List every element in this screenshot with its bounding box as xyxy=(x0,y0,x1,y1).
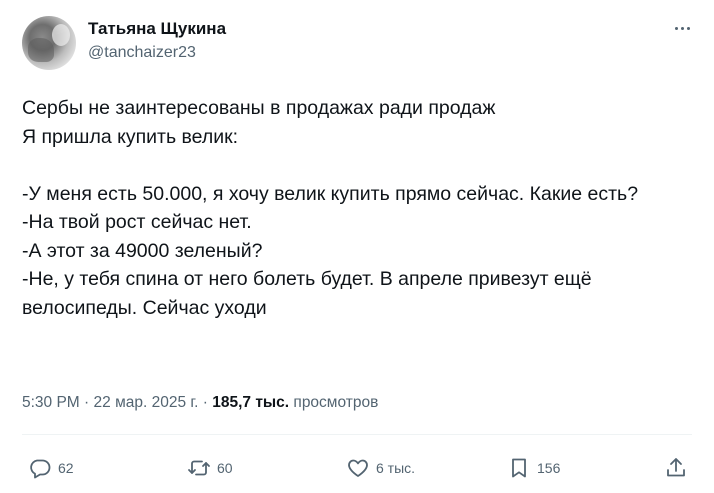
reply-button[interactable]: 62 xyxy=(28,450,74,486)
more-options-icon[interactable] xyxy=(670,18,694,38)
tweet-card: Татьяна Щукина @tanchaizer23 Сербы не за… xyxy=(0,0,714,493)
share-icon xyxy=(667,458,685,477)
tweet-line: Я пришла купить велик: xyxy=(22,125,239,148)
tweet-time[interactable]: 5:30 PM xyxy=(22,394,80,411)
tweet-date[interactable]: 22 мар. 2025 г. xyxy=(94,394,199,411)
bookmark-button[interactable]: 156 xyxy=(507,450,560,486)
reply-count: 62 xyxy=(58,460,74,476)
repost-icon xyxy=(188,460,210,476)
divider xyxy=(22,434,692,435)
avatar[interactable] xyxy=(22,16,76,70)
like-button[interactable]: 6 тыс. xyxy=(346,450,415,486)
bookmark-count: 156 xyxy=(537,460,561,476)
views-count: 185,7 тыс. xyxy=(212,394,290,411)
dot xyxy=(686,26,690,30)
tweet-line: Сербы не заинтересованы в продажах ради … xyxy=(22,97,496,119)
heart-icon xyxy=(348,459,368,477)
author-display-name[interactable]: Татьяна Щукина xyxy=(88,19,226,39)
like-count: 6 тыс. xyxy=(376,460,416,476)
tweet-line: -А этот за 49000 зеленый? xyxy=(22,239,263,262)
avatar-shade xyxy=(28,38,54,62)
tweet-text: Сербы не заинтересованы в продажах ради … xyxy=(22,94,692,322)
reply-icon xyxy=(30,459,51,479)
bookmark-icon xyxy=(512,458,526,478)
tweet-line: -На твой рост сейчас нет. xyxy=(22,211,252,233)
tweet-line: -Не, у тебя спина от него болеть будет. … xyxy=(22,268,598,319)
tweet-line-empty: ​ xyxy=(22,151,692,180)
repost-count: 60 xyxy=(217,460,233,476)
tweet-line: -У меня есть 50.000, я хочу велик купить… xyxy=(22,182,639,205)
action-bar: 62 60 6 тыс. 156 xyxy=(0,450,714,486)
avatar-highlight xyxy=(52,24,70,46)
meta-separator: · xyxy=(84,394,90,411)
meta-separator: · xyxy=(202,394,208,411)
dot xyxy=(680,26,684,30)
views-label: просмотров xyxy=(293,394,379,411)
repost-button[interactable]: 60 xyxy=(187,450,233,486)
author-handle[interactable]: @tanchaizer23 xyxy=(88,44,196,62)
dot xyxy=(674,26,678,30)
tweet-meta: 5:30 PM · 22 мар. 2025 г. · 185,7 тыс. п… xyxy=(22,394,378,412)
share-button[interactable] xyxy=(664,450,688,486)
